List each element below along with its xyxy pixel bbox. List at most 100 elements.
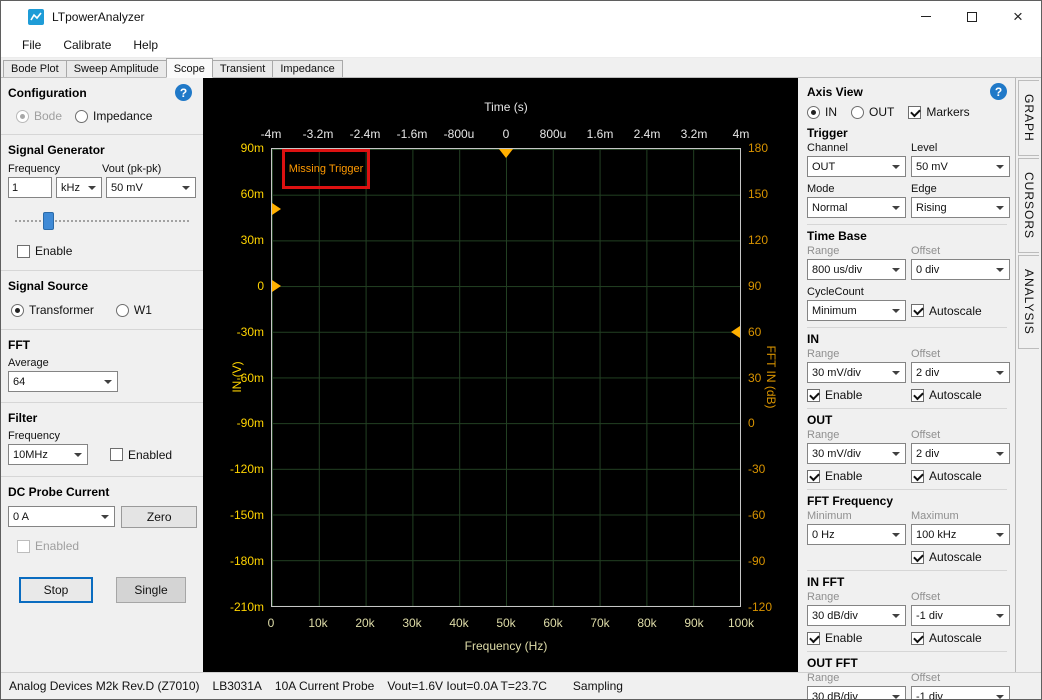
bode-radio[interactable]: Bode bbox=[16, 109, 62, 123]
checkbox-label: Autoscale bbox=[929, 469, 982, 483]
menu-help[interactable]: Help bbox=[122, 34, 169, 56]
w1-radio[interactable]: W1 bbox=[116, 303, 152, 317]
time-tick-label: 2.4m bbox=[634, 127, 661, 141]
help-icon[interactable]: ? bbox=[990, 83, 1007, 100]
menu-calibrate[interactable]: Calibrate bbox=[52, 34, 122, 56]
radio-icon bbox=[116, 304, 129, 317]
freq-tick-label: 20k bbox=[355, 616, 374, 630]
dc-probe-current-select[interactable]: 0 A bbox=[8, 506, 115, 527]
trigger-channel-select[interactable]: OUT bbox=[807, 156, 906, 177]
time-tick-label: 800u bbox=[540, 127, 567, 141]
time-base-offset-select[interactable]: 0 div bbox=[911, 259, 1010, 280]
tab-scope[interactable]: Scope bbox=[166, 58, 213, 78]
in-tick-label: -120m bbox=[230, 462, 264, 476]
time-tick-label: -3.2m bbox=[303, 127, 334, 141]
combo-value: 50 mV bbox=[111, 182, 143, 194]
button-label: Single bbox=[134, 583, 167, 597]
fft-axis-title: FFT IN (dB) bbox=[764, 345, 778, 408]
close-button[interactable]: × bbox=[995, 1, 1041, 32]
impedance-radio[interactable]: Impedance bbox=[75, 109, 152, 123]
out-enable-checkbox[interactable]: Enable bbox=[807, 469, 906, 483]
combo-value: Rising bbox=[916, 202, 947, 214]
in-range-select[interactable]: 30 mV/div bbox=[807, 362, 906, 383]
frequency-input[interactable] bbox=[8, 177, 52, 198]
combo-value: 0 A bbox=[13, 511, 29, 523]
trigger-time-marker[interactable] bbox=[499, 149, 513, 158]
axis-out-radio[interactable]: OUT bbox=[851, 105, 894, 119]
in-fft-range-select[interactable]: 30 dB/div bbox=[807, 605, 906, 626]
out-range-select[interactable]: 30 mV/div bbox=[807, 443, 906, 464]
in-level-marker[interactable] bbox=[272, 203, 281, 215]
fft-level-marker[interactable] bbox=[731, 326, 740, 338]
tab-sweep-amplitude[interactable]: Sweep Amplitude bbox=[66, 60, 167, 77]
filter-frequency-select[interactable]: 10MHz bbox=[8, 444, 88, 465]
slider-track bbox=[15, 220, 189, 222]
cyclecount-select[interactable]: Minimum bbox=[807, 300, 906, 321]
dc-probe-title: DC Probe Current bbox=[8, 485, 109, 499]
amplitude-slider[interactable] bbox=[15, 212, 189, 230]
side-tab-cursors[interactable]: CURSORS bbox=[1018, 158, 1039, 253]
side-tab-graph[interactable]: GRAPH bbox=[1018, 80, 1039, 156]
time-base-range-select[interactable]: 800 us/div bbox=[807, 259, 906, 280]
freq-tick-label: 0 bbox=[268, 616, 275, 630]
menu-file[interactable]: File bbox=[11, 34, 52, 56]
time-base-autoscale-checkbox[interactable]: Autoscale bbox=[911, 300, 1010, 321]
transformer-radio[interactable]: Transformer bbox=[11, 303, 94, 317]
out-autoscale-checkbox[interactable]: Autoscale bbox=[911, 469, 1010, 483]
single-button[interactable]: Single bbox=[116, 577, 186, 603]
in-fft-section-title: IN FFT bbox=[807, 575, 1007, 589]
in-level-marker[interactable] bbox=[272, 280, 281, 292]
in-tick-label: 0 bbox=[257, 279, 264, 293]
in-autoscale-checkbox[interactable]: Autoscale bbox=[911, 388, 1010, 402]
vout-select[interactable]: 50 mV bbox=[106, 177, 196, 198]
slider-thumb[interactable] bbox=[43, 212, 54, 230]
app-window: LTpowerAnalyzer × File Calibrate Help Bo… bbox=[0, 0, 1042, 700]
trigger-mode-select[interactable]: Normal bbox=[807, 197, 906, 218]
in-tick-label: -30m bbox=[237, 325, 264, 339]
out-fft-offset-select[interactable]: -1 div bbox=[911, 686, 1010, 700]
radio-icon bbox=[16, 110, 29, 123]
out-fft-range-select[interactable]: 30 dB/div bbox=[807, 686, 906, 700]
minimize-button[interactable] bbox=[903, 1, 949, 32]
trigger-level-select[interactable]: 50 mV bbox=[911, 156, 1010, 177]
fft-frequency-min-select[interactable]: 0 Hz bbox=[807, 524, 906, 545]
in-section-title: IN bbox=[807, 332, 1007, 346]
axis-in-radio[interactable]: IN bbox=[807, 105, 837, 119]
zero-button[interactable]: Zero bbox=[121, 506, 197, 528]
filter-enabled-checkbox[interactable]: Enabled bbox=[110, 448, 172, 462]
frequency-unit-select[interactable]: kHz bbox=[56, 177, 102, 198]
in-tick-label: -180m bbox=[230, 554, 264, 568]
out-offset-select[interactable]: 2 div bbox=[911, 443, 1010, 464]
in-enable-checkbox[interactable]: Enable bbox=[807, 388, 906, 402]
fft-frequency-max-select[interactable]: 100 kHz bbox=[911, 524, 1010, 545]
freq-tick-label: 50k bbox=[496, 616, 515, 630]
help-icon[interactable]: ? bbox=[175, 84, 192, 101]
in-fft-enable-checkbox[interactable]: Enable bbox=[807, 631, 906, 645]
tab-transient[interactable]: Transient bbox=[212, 60, 273, 77]
app-icon bbox=[28, 9, 44, 25]
trigger-edge-select[interactable]: Rising bbox=[911, 197, 1010, 218]
in-fft-offset-select[interactable]: -1 div bbox=[911, 605, 1010, 626]
status-state: Sampling bbox=[573, 679, 623, 693]
window-title: LTpowerAnalyzer bbox=[52, 10, 144, 24]
stop-button[interactable]: Stop bbox=[19, 577, 93, 603]
in-offset-select[interactable]: 2 div bbox=[911, 362, 1010, 383]
in-fft-autoscale-checkbox[interactable]: Autoscale bbox=[911, 631, 1010, 645]
range-label: Range bbox=[807, 429, 906, 441]
generator-enable-checkbox[interactable]: Enable bbox=[17, 244, 197, 258]
radio-icon bbox=[807, 106, 820, 119]
markers-checkbox[interactable]: Markers bbox=[908, 105, 969, 119]
tab-impedance[interactable]: Impedance bbox=[272, 60, 342, 77]
chevron-down-icon bbox=[996, 695, 1004, 699]
maximize-button[interactable] bbox=[949, 1, 995, 32]
in-tick-label: 60m bbox=[241, 187, 264, 201]
level-label: Level bbox=[911, 142, 1010, 154]
fft-frequency-autoscale-checkbox[interactable]: Autoscale bbox=[911, 550, 1010, 564]
offset-label: Offset bbox=[911, 348, 1010, 360]
side-tab-analysis[interactable]: ANALYSIS bbox=[1018, 255, 1039, 349]
tab-bode-plot[interactable]: Bode Plot bbox=[3, 60, 67, 77]
plot-area[interactable]: Time (s) Frequency (Hz) IN (V) FFT IN (d… bbox=[203, 78, 798, 672]
dc-probe-enabled-checkbox[interactable]: Enabled bbox=[17, 539, 197, 553]
fft-average-select[interactable]: 64 bbox=[8, 371, 118, 392]
frequency-label: Frequency bbox=[8, 163, 102, 175]
